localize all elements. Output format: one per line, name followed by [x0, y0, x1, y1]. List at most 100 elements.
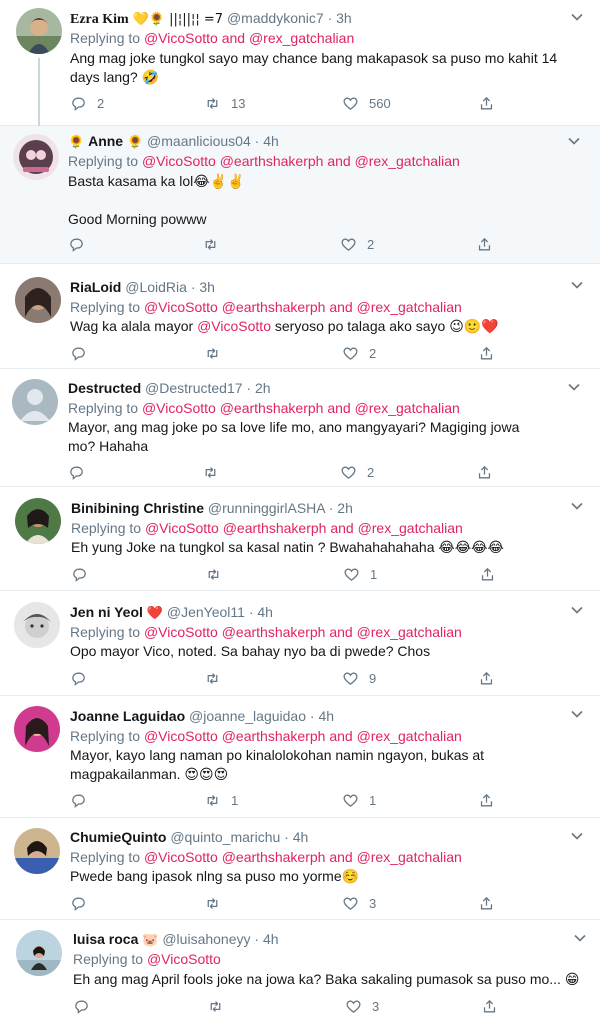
- display-name[interactable]: Binibining Christine: [71, 500, 204, 516]
- tweet-item[interactable]: luisa roca 🐷 @luisahoneyy · 4h Replying …: [0, 920, 600, 1023]
- display-name[interactable]: Joanne Laguidao: [70, 708, 185, 724]
- display-name[interactable]: Anne: [88, 133, 123, 149]
- handle[interactable]: @LoidRia: [125, 279, 187, 295]
- handle[interactable]: @maddykonic7: [227, 10, 324, 26]
- share-button[interactable]: [478, 93, 495, 113]
- retweet-button[interactable]: [202, 234, 229, 254]
- timestamp[interactable]: 3h: [199, 279, 215, 295]
- retweet-button[interactable]: 1: [204, 790, 238, 810]
- reply-button[interactable]: 2: [70, 93, 104, 113]
- retweet-button[interactable]: 13: [204, 93, 245, 113]
- handle[interactable]: @joanne_laguidao: [189, 708, 306, 724]
- like-button[interactable]: 9: [342, 668, 376, 688]
- display-name[interactable]: ChumieQuinto: [70, 829, 166, 845]
- retweet-button[interactable]: [204, 668, 231, 688]
- timestamp[interactable]: 2h: [337, 500, 353, 516]
- timestamp[interactable]: 4h: [263, 931, 279, 947]
- display-name[interactable]: Jen ni Yeol: [70, 604, 143, 620]
- reply-button[interactable]: [70, 893, 97, 913]
- chevron-down-icon[interactable]: [566, 379, 582, 395]
- chevron-down-icon[interactable]: [566, 133, 582, 149]
- timestamp[interactable]: 3h: [336, 10, 352, 26]
- tweet-item[interactable]: Destructed @Destructed17 · 2h Replying t…: [0, 369, 600, 487]
- reply-button[interactable]: [71, 564, 98, 584]
- handle[interactable]: @maanlicious04: [147, 133, 251, 149]
- share-button[interactable]: [476, 462, 493, 482]
- share-button[interactable]: [478, 893, 495, 913]
- tweet-item[interactable]: Binibining Christine @runninggirlASHA · …: [0, 487, 600, 591]
- retweet-button[interactable]: [205, 564, 232, 584]
- share-button[interactable]: [478, 790, 495, 810]
- reply-button[interactable]: [68, 462, 95, 482]
- reply-button[interactable]: [73, 996, 100, 1016]
- handle[interactable]: @Destructed17: [145, 380, 242, 396]
- replying-mentions[interactable]: @VicoSotto @earthshakerph and @rex_gatch…: [145, 520, 463, 536]
- handle[interactable]: @quinto_marichu: [170, 829, 280, 845]
- chevron-down-icon[interactable]: [569, 277, 585, 293]
- tweet-item[interactable]: Ezra Kim 💛🌻 ||¦||¦¦ =7 @maddykonic7 · 3h…: [0, 0, 600, 126]
- chevron-down-icon[interactable]: [569, 9, 585, 25]
- handle[interactable]: @runninggirlASHA: [208, 500, 325, 516]
- retweet-button[interactable]: [204, 343, 231, 363]
- display-name[interactable]: Ezra Kim: [70, 12, 129, 27]
- timestamp[interactable]: 4h: [263, 133, 279, 149]
- like-button[interactable]: 1: [342, 790, 376, 810]
- chevron-down-icon[interactable]: [572, 930, 588, 946]
- chevron-down-icon[interactable]: [569, 828, 585, 844]
- like-button[interactable]: 2: [342, 343, 376, 363]
- like-button[interactable]: 3: [342, 893, 376, 913]
- avatar[interactable]: [15, 498, 61, 544]
- tweet-item[interactable]: Joanne Laguidao @joanne_laguidao · 4h Re…: [0, 696, 600, 818]
- replying-mentions[interactable]: @VicoSotto @earthshakerph and @rex_gatch…: [142, 153, 460, 169]
- avatar[interactable]: [16, 8, 62, 54]
- reply-button[interactable]: [70, 790, 97, 810]
- avatar[interactable]: [16, 930, 62, 976]
- share-button[interactable]: [481, 996, 498, 1016]
- display-name[interactable]: RiaLoid: [70, 279, 121, 295]
- share-button[interactable]: [476, 234, 493, 254]
- display-name[interactable]: luisa roca: [73, 931, 138, 947]
- retweet-button[interactable]: [202, 462, 229, 482]
- handle[interactable]: @luisahoneyy: [162, 931, 250, 947]
- reply-button[interactable]: [70, 343, 97, 363]
- timestamp[interactable]: 4h: [257, 604, 273, 620]
- like-button[interactable]: 3: [345, 996, 379, 1016]
- tweet-item[interactable]: Jen ni Yeol ❤️ @JenYeol11 · 4h Replying …: [0, 591, 600, 696]
- share-button[interactable]: [478, 668, 495, 688]
- replying-mentions[interactable]: @VicoSotto @earthshakerph and @rex_gatch…: [144, 728, 462, 744]
- avatar[interactable]: [14, 706, 60, 752]
- avatar[interactable]: [14, 602, 60, 648]
- tweet-item[interactable]: RiaLoid @LoidRia · 3h Replying to @VicoS…: [0, 264, 600, 369]
- replying-mentions[interactable]: @VicoSotto: [147, 951, 221, 967]
- retweet-button[interactable]: [204, 893, 231, 913]
- avatar[interactable]: [15, 277, 61, 323]
- replying-mentions[interactable]: @VicoSotto @earthshakerph and @rex_gatch…: [144, 849, 462, 865]
- reply-button[interactable]: [68, 234, 95, 254]
- timestamp[interactable]: 4h: [293, 829, 309, 845]
- chevron-down-icon[interactable]: [569, 602, 585, 618]
- retweet-button[interactable]: [207, 996, 234, 1016]
- replying-mentions[interactable]: @VicoSotto @earthshakerph and @rex_gatch…: [144, 299, 462, 315]
- reply-button[interactable]: [70, 668, 97, 688]
- tweet-item[interactable]: 🌻 Anne 🌻 @maanlicious04 · 4h Replying to…: [0, 126, 600, 264]
- share-button[interactable]: [479, 564, 496, 584]
- chevron-down-icon[interactable]: [569, 498, 585, 514]
- inline-mention[interactable]: @VicoSotto: [197, 318, 271, 334]
- like-button[interactable]: 1: [343, 564, 377, 584]
- like-button[interactable]: 2: [340, 462, 374, 482]
- replying-mentions[interactable]: @VicoSotto @earthshakerph and @rex_gatch…: [142, 400, 460, 416]
- timestamp[interactable]: 4h: [318, 708, 334, 724]
- replying-mentions[interactable]: @VicoSotto @earthshakerph and @rex_gatch…: [144, 624, 462, 640]
- like-button[interactable]: 560: [342, 93, 391, 113]
- share-button[interactable]: [478, 343, 495, 363]
- avatar[interactable]: [14, 828, 60, 874]
- like-button[interactable]: 2: [340, 234, 374, 254]
- chevron-down-icon[interactable]: [569, 706, 585, 722]
- timestamp[interactable]: 2h: [255, 380, 271, 396]
- display-name[interactable]: Destructed: [68, 380, 141, 396]
- avatar[interactable]: [12, 379, 58, 425]
- replying-mentions[interactable]: @VicoSotto and @rex_gatchalian: [144, 30, 354, 46]
- avatar[interactable]: [13, 134, 59, 180]
- handle[interactable]: @JenYeol11: [167, 604, 245, 620]
- tweet-item[interactable]: ChumieQuinto @quinto_marichu · 4h Replyi…: [0, 818, 600, 920]
